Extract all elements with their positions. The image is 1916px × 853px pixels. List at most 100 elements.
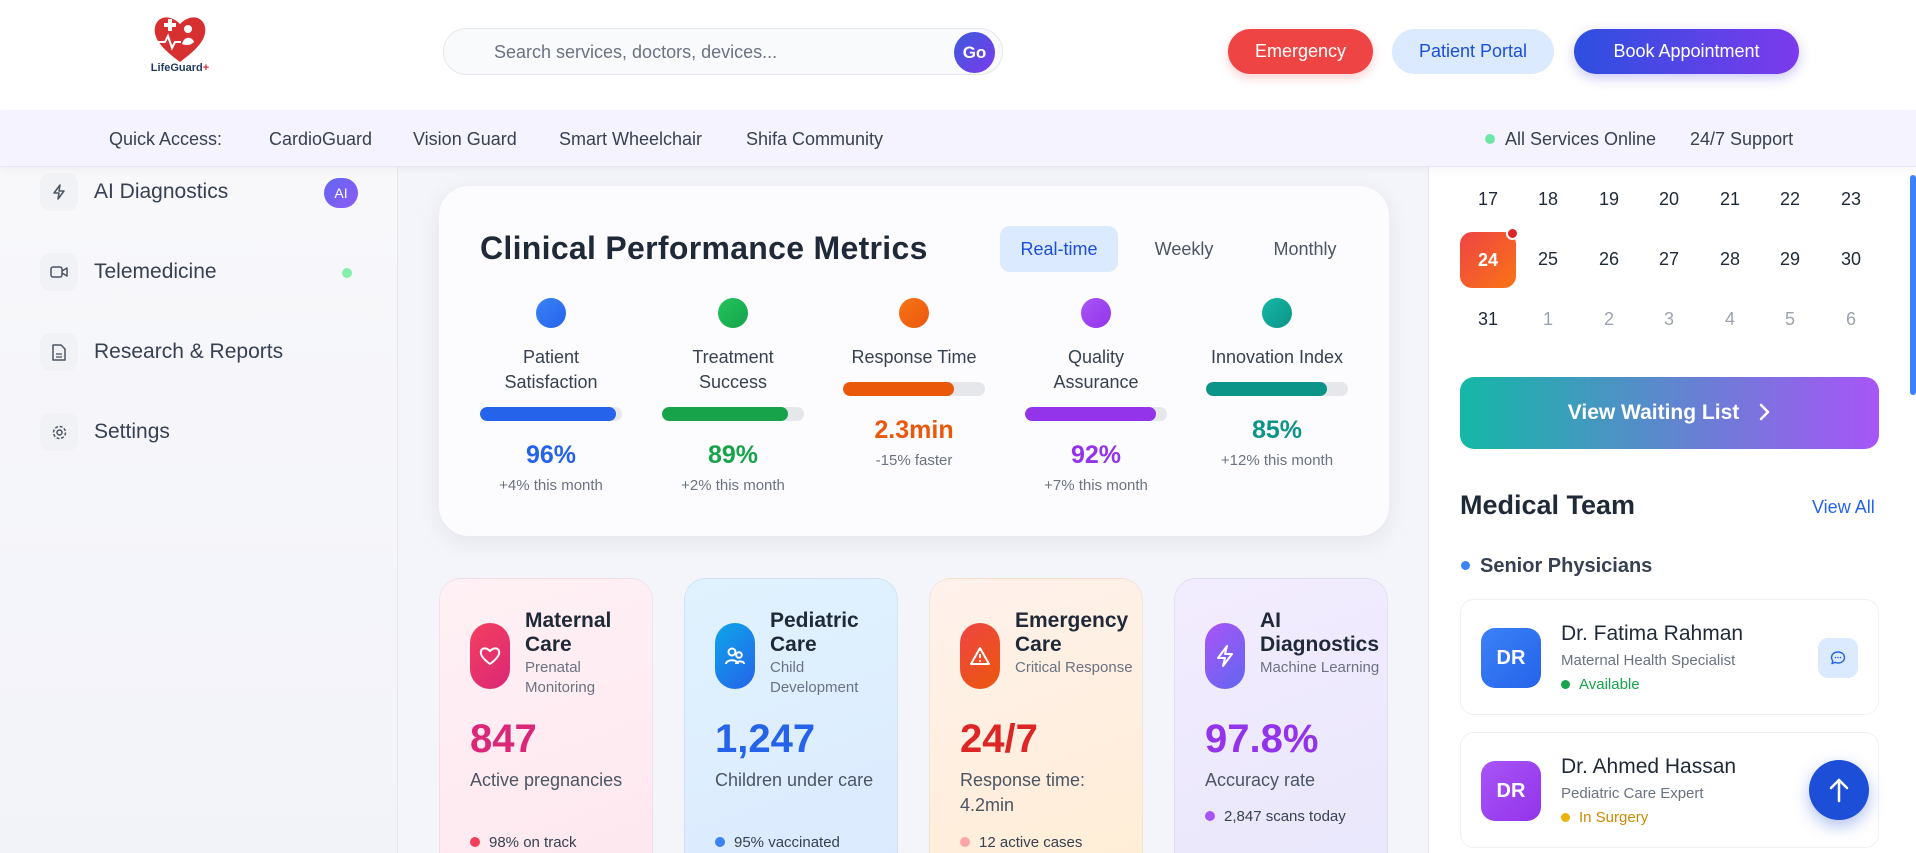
- tab-weekly[interactable]: Weekly: [1129, 226, 1239, 272]
- metric-progress-fill: [1206, 382, 1327, 396]
- scroll-to-top-button[interactable]: [1809, 760, 1869, 820]
- calendar-day[interactable]: 17: [1459, 189, 1517, 210]
- quick-link-vision-guard[interactable]: Vision Guard: [413, 129, 517, 150]
- services-status: All Services Online: [1505, 129, 1657, 149]
- calendar-day-next-month[interactable]: 2: [1580, 309, 1638, 330]
- top-header: LifeGuard+ Go Emergency Patient Portal B…: [0, 0, 1916, 110]
- sidebar-item-telemedicine[interactable]: Telemedicine: [40, 250, 358, 294]
- support-link[interactable]: 24/7 Support: [1690, 129, 1793, 150]
- calendar-day-next-month[interactable]: 3: [1640, 309, 1698, 330]
- sidebar-item-ai-diagnostics[interactable]: AI Diagnostics AI: [40, 170, 358, 214]
- quick-link-cardioguard[interactable]: CardioGuard: [269, 129, 372, 150]
- today-event-dot: [1506, 227, 1519, 240]
- metric-indicator-dot: [1081, 298, 1111, 328]
- patient-portal-button[interactable]: Patient Portal: [1392, 29, 1554, 74]
- logo-text: LifeGuard: [150, 62, 203, 74]
- sidebar-item-settings[interactable]: Settings: [40, 410, 358, 454]
- note-dot: [960, 837, 970, 847]
- tab-monthly[interactable]: Monthly: [1249, 226, 1361, 272]
- service-note: 12 active cases: [960, 834, 1082, 851]
- calendar-day-next-month[interactable]: 6: [1822, 309, 1880, 330]
- service-description: Active pregnancies: [470, 770, 623, 790]
- metric-patient-satisfaction: Patient Satisfaction 96% +4% this month: [480, 298, 622, 494]
- chevron-right-icon: [1760, 403, 1770, 421]
- calendar-day-today[interactable]: 24: [1460, 232, 1516, 288]
- message-button[interactable]: [1818, 638, 1858, 678]
- service-value: 24/7: [960, 717, 1038, 761]
- calendar-day[interactable]: 19: [1580, 189, 1638, 210]
- ai-badge: AI: [324, 178, 358, 208]
- book-appointment-button[interactable]: Book Appointment: [1574, 29, 1799, 74]
- service-title: Pediatric Care: [770, 609, 859, 656]
- calendar-day[interactable]: 27: [1640, 249, 1698, 270]
- metric-value: 96%: [525, 441, 577, 469]
- calendar-day[interactable]: 21: [1701, 189, 1759, 210]
- view-waiting-list-button[interactable]: View Waiting List: [1460, 377, 1879, 449]
- service-subtitle: Machine Learning: [1260, 659, 1380, 676]
- sidebar-item-label: Settings: [94, 420, 170, 443]
- emergency-button[interactable]: Emergency: [1228, 29, 1373, 74]
- calendar-day-next-month[interactable]: 5: [1761, 309, 1819, 330]
- calendar-day[interactable]: 18: [1519, 189, 1577, 210]
- metric-value: 2.3min: [874, 416, 954, 444]
- calendar-day[interactable]: 28: [1701, 249, 1759, 270]
- medical-team-title: Medical Team: [1460, 490, 1636, 520]
- doctor-specialty: Maternal Health Specialist: [1561, 652, 1736, 669]
- search-go-button[interactable]: Go: [954, 32, 995, 73]
- service-card-ai-diagnostics[interactable]: AI Diagnostics Machine Learning 97.8% Ac…: [1174, 578, 1388, 853]
- service-note-text: 2,847 scans today: [1224, 808, 1346, 825]
- calendar-day-next-month[interactable]: 4: [1701, 309, 1759, 330]
- metric-change: +2% this month: [681, 477, 785, 494]
- calendar-day[interactable]: 23: [1822, 189, 1880, 210]
- service-card-pediatric-care[interactable]: Pediatric Care Child Development 1,247 C…: [684, 578, 898, 853]
- calendar-day[interactable]: 26: [1580, 249, 1638, 270]
- service-card-emergency-care[interactable]: Emergency Care Critical Response 24/7 Re…: [929, 578, 1143, 853]
- metric-indicator-dot: [718, 298, 748, 328]
- avatar: DR: [1481, 628, 1541, 688]
- service-description: Children under care: [715, 770, 874, 790]
- status-text: Available: [1579, 676, 1640, 693]
- tab-real-time[interactable]: Real-time: [1000, 226, 1118, 272]
- metric-value: 85%: [1251, 416, 1303, 444]
- metric-progress-fill: [480, 407, 617, 421]
- search-input[interactable]: [494, 41, 914, 63]
- service-note: 98% on track: [470, 834, 577, 851]
- doctor-card[interactable]: DR Dr. Fatima Rahman Maternal Health Spe…: [1460, 599, 1879, 715]
- service-title: AI Diagnostics: [1260, 609, 1380, 656]
- view-all-link[interactable]: View All: [1812, 497, 1875, 518]
- calendar-day[interactable]: 29: [1761, 249, 1819, 270]
- service-value: 97.8%: [1205, 717, 1319, 761]
- metric-progress-bar: [480, 407, 622, 421]
- page-scrollbar[interactable]: [1910, 175, 1916, 395]
- metric-progress-bar: [662, 407, 804, 421]
- sidebar-item-research-reports[interactable]: Research & Reports: [40, 330, 358, 374]
- calendar-day[interactable]: 20: [1640, 189, 1698, 210]
- calendar-day[interactable]: 31: [1459, 309, 1517, 330]
- calendar-day-next-month[interactable]: 1: [1519, 309, 1577, 330]
- doctor-specialty: Pediatric Care Expert: [1561, 785, 1704, 802]
- note-dot: [1205, 811, 1215, 821]
- service-description: Response time: 4.2min: [960, 770, 1086, 815]
- service-subtitle: Prenatal Monitoring: [525, 659, 596, 696]
- chat-icon: [1830, 651, 1846, 665]
- service-title: Emergency Care: [1015, 609, 1129, 656]
- calendar-day[interactable]: 25: [1519, 249, 1577, 270]
- metric-change: -15% faster: [875, 452, 953, 469]
- left-sidebar: AI Diagnostics AI Telemedicine Research …: [0, 167, 398, 853]
- quick-link-smart-wheelchair[interactable]: Smart Wheelchair: [559, 129, 702, 150]
- avatar: DR: [1481, 761, 1541, 821]
- calendar-day[interactable]: 30: [1822, 249, 1880, 270]
- calendar-day[interactable]: 22: [1761, 189, 1819, 210]
- service-card-maternal-care[interactable]: Maternal Care Prenatal Monitoring 847 Ac…: [439, 578, 653, 853]
- metric-indicator-dot: [536, 298, 566, 328]
- bolt-icon: [1205, 623, 1245, 689]
- service-value: 1,247: [715, 717, 816, 761]
- status-text: In Surgery: [1579, 809, 1649, 826]
- quick-link-shifa-community[interactable]: Shifa Community: [746, 129, 883, 150]
- lifeguard-logo[interactable]: LifeGuard+: [145, 12, 215, 80]
- doctor-status: Available: [1561, 676, 1640, 693]
- metric-value: 92%: [1070, 441, 1122, 469]
- metric-label: Quality Assurance: [1053, 347, 1139, 392]
- metric-quality-assurance: Quality Assurance 92% +7% this month: [1025, 298, 1167, 494]
- service-note: 95% vaccinated: [715, 834, 840, 851]
